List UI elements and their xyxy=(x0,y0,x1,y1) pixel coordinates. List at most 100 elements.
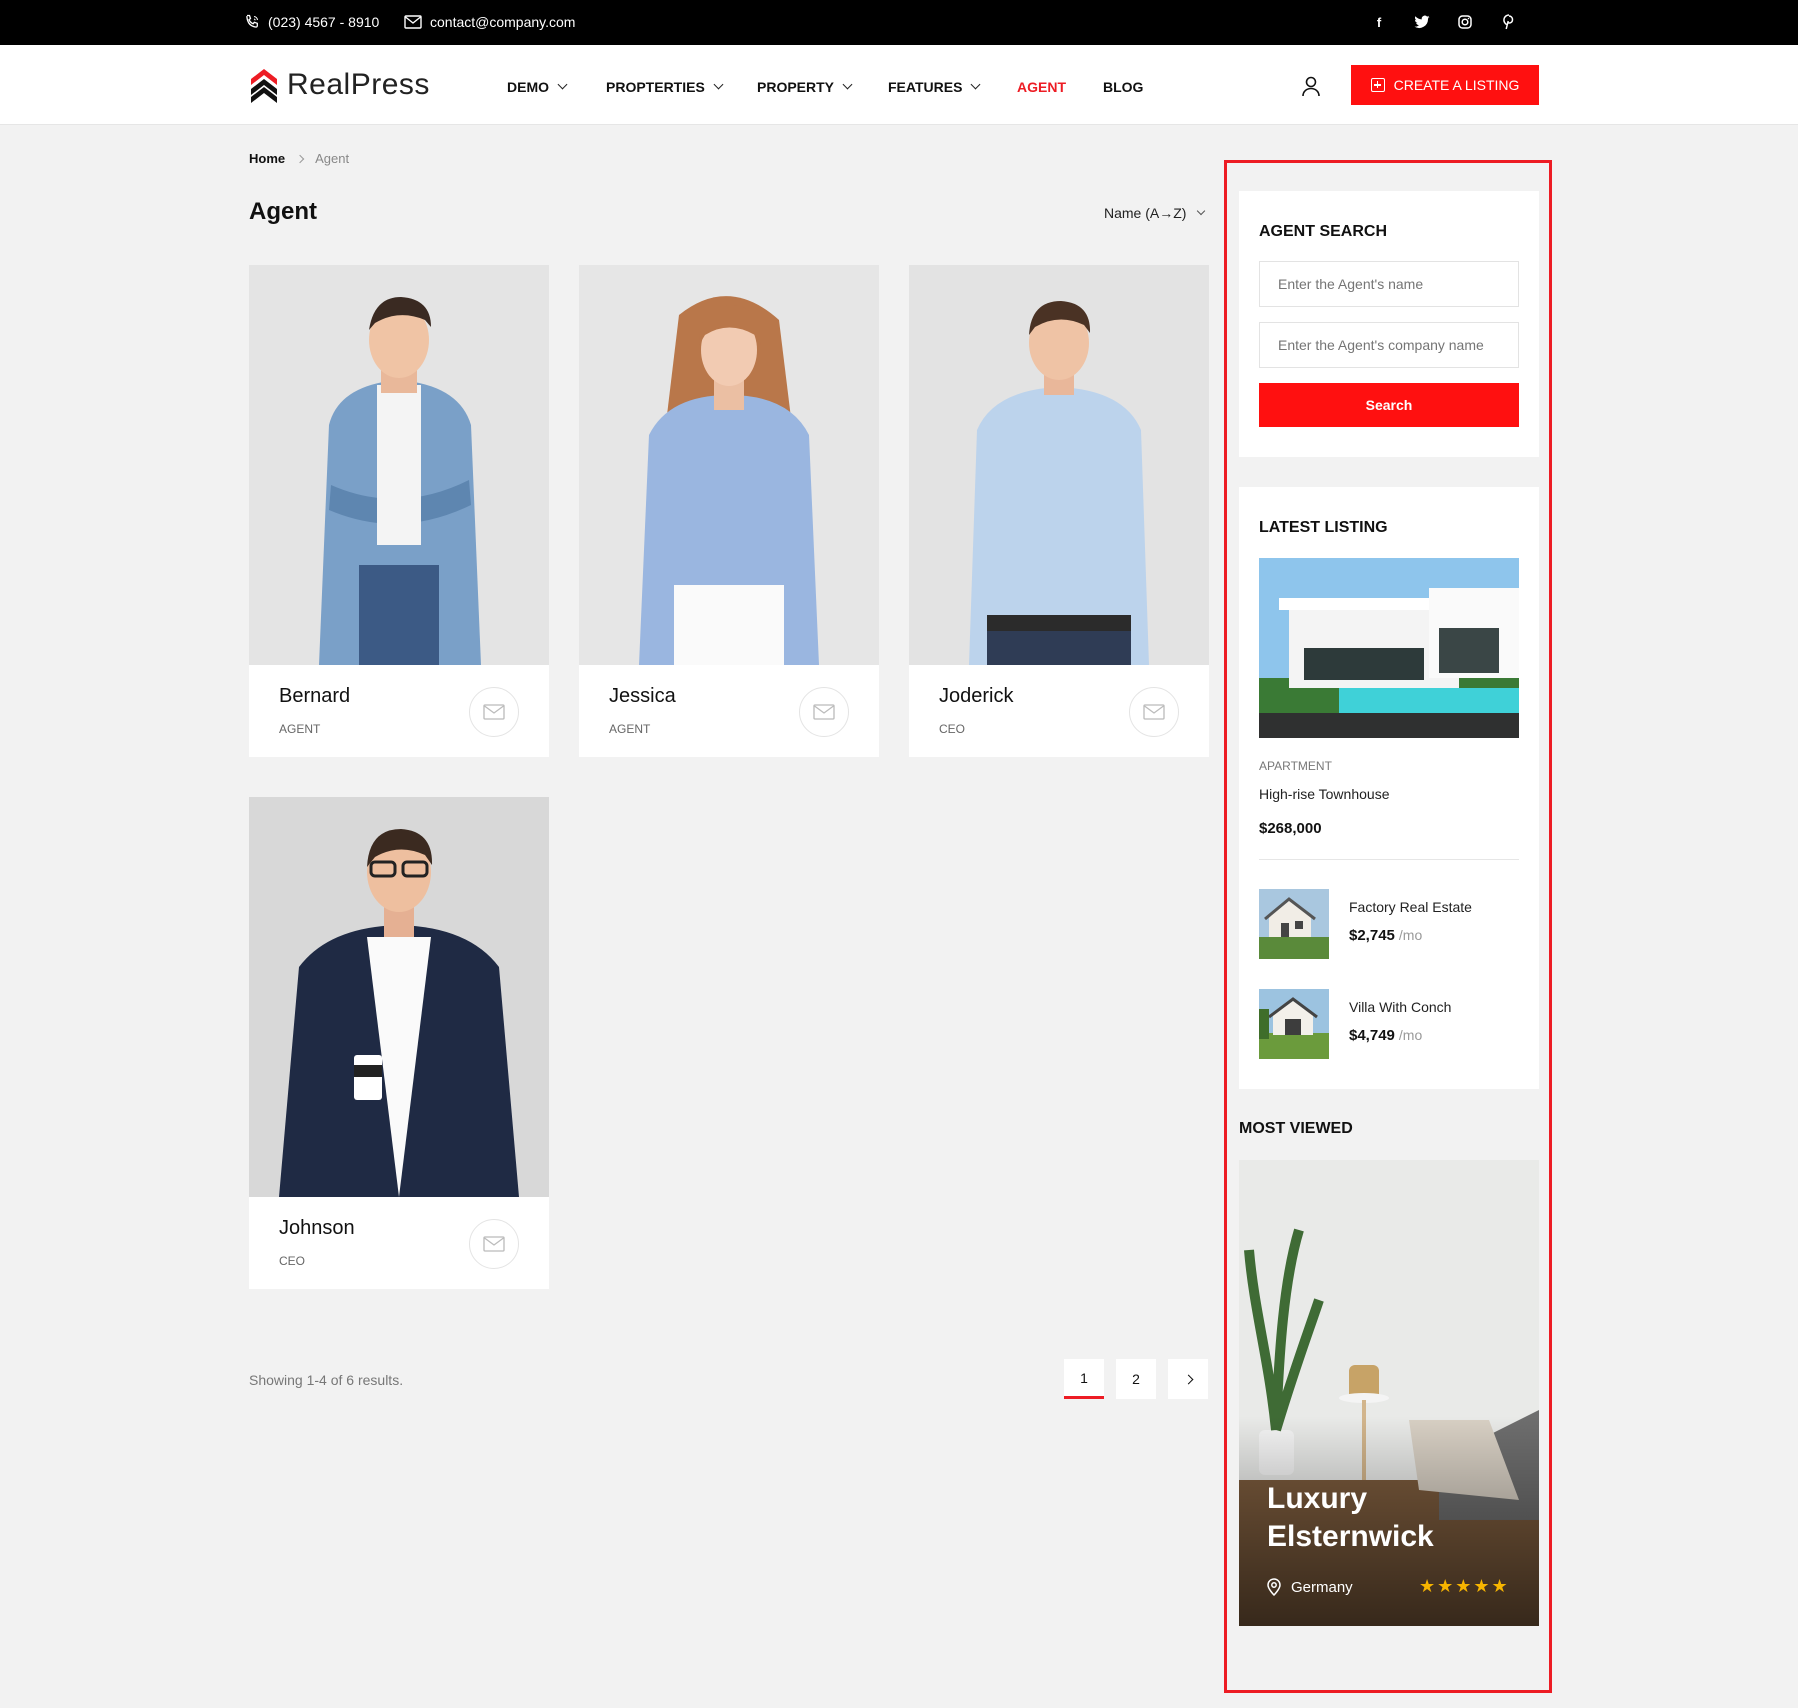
mail-icon xyxy=(483,1236,505,1252)
twitter-icon[interactable] xyxy=(1412,12,1432,32)
chevron-right-icon xyxy=(1183,1374,1193,1384)
agent-name[interactable]: Joderick xyxy=(939,685,1013,708)
listing-price: $2,745/mo xyxy=(1349,927,1422,944)
listing-price: $268,000 xyxy=(1259,820,1322,837)
price-value: $4,749 xyxy=(1349,1027,1395,1044)
chevron-down-icon xyxy=(1197,206,1206,215)
agent-photo[interactable] xyxy=(579,265,879,665)
most-viewed-title: MOST VIEWED xyxy=(1239,1120,1353,1137)
mail-button[interactable] xyxy=(1129,687,1179,737)
agent-name[interactable]: Johnson xyxy=(279,1217,355,1240)
listing-thumbnail[interactable] xyxy=(1259,989,1329,1059)
nav-label: AGENT xyxy=(1017,79,1066,95)
agent-card[interactable]: Johnson CEO xyxy=(249,797,549,1289)
nav-label: DEMO xyxy=(507,79,549,95)
agent-card[interactable]: Bernard AGENT xyxy=(249,265,549,757)
latest-listing-title: LATEST LISTING xyxy=(1259,519,1388,536)
facebook-icon[interactable]: f xyxy=(1369,12,1389,32)
listing-thumbnail[interactable] xyxy=(1259,889,1329,959)
mail-icon xyxy=(404,15,422,29)
email-contact[interactable]: contact@company.com xyxy=(404,14,575,30)
phone-contact[interactable]: (023) 4567 - 8910 xyxy=(244,14,379,30)
nav-label: BLOG xyxy=(1103,79,1144,95)
nav-features[interactable]: FEATURES xyxy=(888,79,981,95)
agent-info: Bernard AGENT xyxy=(249,665,549,757)
agent-search-title: AGENT SEARCH xyxy=(1259,223,1388,240)
main-header: RealPress DEMO PROPTERTIES PROPERTY FEAT… xyxy=(0,45,1798,125)
email-address: contact@company.com xyxy=(430,14,576,30)
listing-name[interactable]: High-rise Townhouse xyxy=(1259,786,1389,802)
user-icon[interactable] xyxy=(1300,75,1322,97)
agent-photo[interactable] xyxy=(909,265,1209,665)
chevron-down-icon xyxy=(970,79,981,90)
chevron-right-icon xyxy=(295,154,305,163)
sort-label: Name (A→Z) xyxy=(1104,205,1187,221)
nav-agent[interactable]: AGENT xyxy=(1017,79,1066,95)
most-viewed-name: Luxury Elsternwick xyxy=(1267,1482,1434,1553)
agent-company-input[interactable] xyxy=(1259,322,1519,368)
pinterest-icon[interactable] xyxy=(1499,12,1519,32)
price-unit: /mo xyxy=(1398,1027,1423,1043)
page-button-2[interactable]: 2 xyxy=(1116,1359,1156,1399)
agent-search-widget: AGENT SEARCH Search xyxy=(1239,191,1539,457)
agent-photo[interactable] xyxy=(249,797,549,1197)
mail-button[interactable] xyxy=(799,687,849,737)
price-value: $2,745 xyxy=(1349,927,1395,944)
agent-role: CEO xyxy=(939,722,966,736)
chevron-down-icon xyxy=(557,79,568,90)
instagram-icon[interactable] xyxy=(1455,12,1475,32)
mail-button[interactable] xyxy=(469,687,519,737)
agent-info: Johnson CEO xyxy=(249,1197,549,1289)
agent-card[interactable]: Joderick CEO xyxy=(909,265,1209,757)
agent-role: AGENT xyxy=(609,722,651,736)
most-viewed-card[interactable]: Luxury Elsternwick Germany ★★★★★ xyxy=(1239,1160,1539,1626)
agent-card[interactable]: Jessica AGENT xyxy=(579,265,879,757)
divider xyxy=(1259,859,1519,860)
listing-name[interactable]: Villa With Conch xyxy=(1349,999,1451,1015)
create-listing-button[interactable]: CREATE A LISTING xyxy=(1351,65,1539,105)
breadcrumb-current: Agent xyxy=(315,151,350,166)
price-unit: /mo xyxy=(1398,927,1423,943)
listing-price: $4,749/mo xyxy=(1349,1027,1422,1044)
sort-dropdown[interactable]: Name (A→Z) xyxy=(1104,205,1206,221)
nav-label: PROPERTY xyxy=(757,79,835,95)
page-button-1[interactable]: 1 xyxy=(1064,1359,1104,1399)
next-page-button[interactable] xyxy=(1168,1359,1208,1399)
top-bar: (023) 4567 - 8910 contact@company.com f xyxy=(0,0,1798,45)
page-title: Agent xyxy=(249,198,317,225)
listing-category: APARTMENT xyxy=(1259,759,1332,773)
agent-photo[interactable] xyxy=(249,265,549,665)
nav-property[interactable]: PROPERTY xyxy=(757,79,853,95)
agent-name-input[interactable] xyxy=(1259,261,1519,307)
logo-text: RealPress xyxy=(287,68,430,101)
nav-blog[interactable]: BLOG xyxy=(1103,79,1143,95)
nav-label: FEATURES xyxy=(888,79,963,95)
site-logo[interactable]: RealPress xyxy=(249,65,430,105)
agent-name[interactable]: Jessica xyxy=(609,685,676,708)
breadcrumb: Home Agent xyxy=(249,151,349,166)
listing-name[interactable]: Factory Real Estate xyxy=(1349,899,1472,915)
nav-demo[interactable]: DEMO xyxy=(507,79,568,95)
chevron-down-icon xyxy=(842,79,853,90)
location-pin-icon xyxy=(1267,1578,1281,1596)
agent-role: CEO xyxy=(279,1254,306,1268)
agent-role: AGENT xyxy=(279,722,321,736)
mail-icon xyxy=(483,704,505,720)
agent-info: Jessica AGENT xyxy=(579,665,879,757)
breadcrumb-home[interactable]: Home xyxy=(249,151,285,166)
add-square-icon xyxy=(1370,78,1385,92)
nav-label: PROPTERTIES xyxy=(606,79,705,95)
location-text: Germany xyxy=(1291,1578,1353,1596)
search-button[interactable]: Search xyxy=(1259,383,1519,427)
phone-number: (023) 4567 - 8910 xyxy=(268,14,380,30)
results-count: Showing 1-4 of 6 results. xyxy=(249,1372,404,1388)
listing-image[interactable] xyxy=(1259,558,1519,738)
agent-name[interactable]: Bernard xyxy=(279,685,350,708)
phone-icon xyxy=(246,14,259,28)
latest-listing-widget: LATEST LISTING APARTMENT High-rise Townh… xyxy=(1239,487,1539,1089)
location: Germany xyxy=(1267,1578,1353,1596)
create-listing-label: CREATE A LISTING xyxy=(1393,77,1520,93)
mail-button[interactable] xyxy=(469,1219,519,1269)
nav-properties[interactable]: PROPTERTIES xyxy=(606,79,724,95)
mail-icon xyxy=(1143,704,1165,720)
